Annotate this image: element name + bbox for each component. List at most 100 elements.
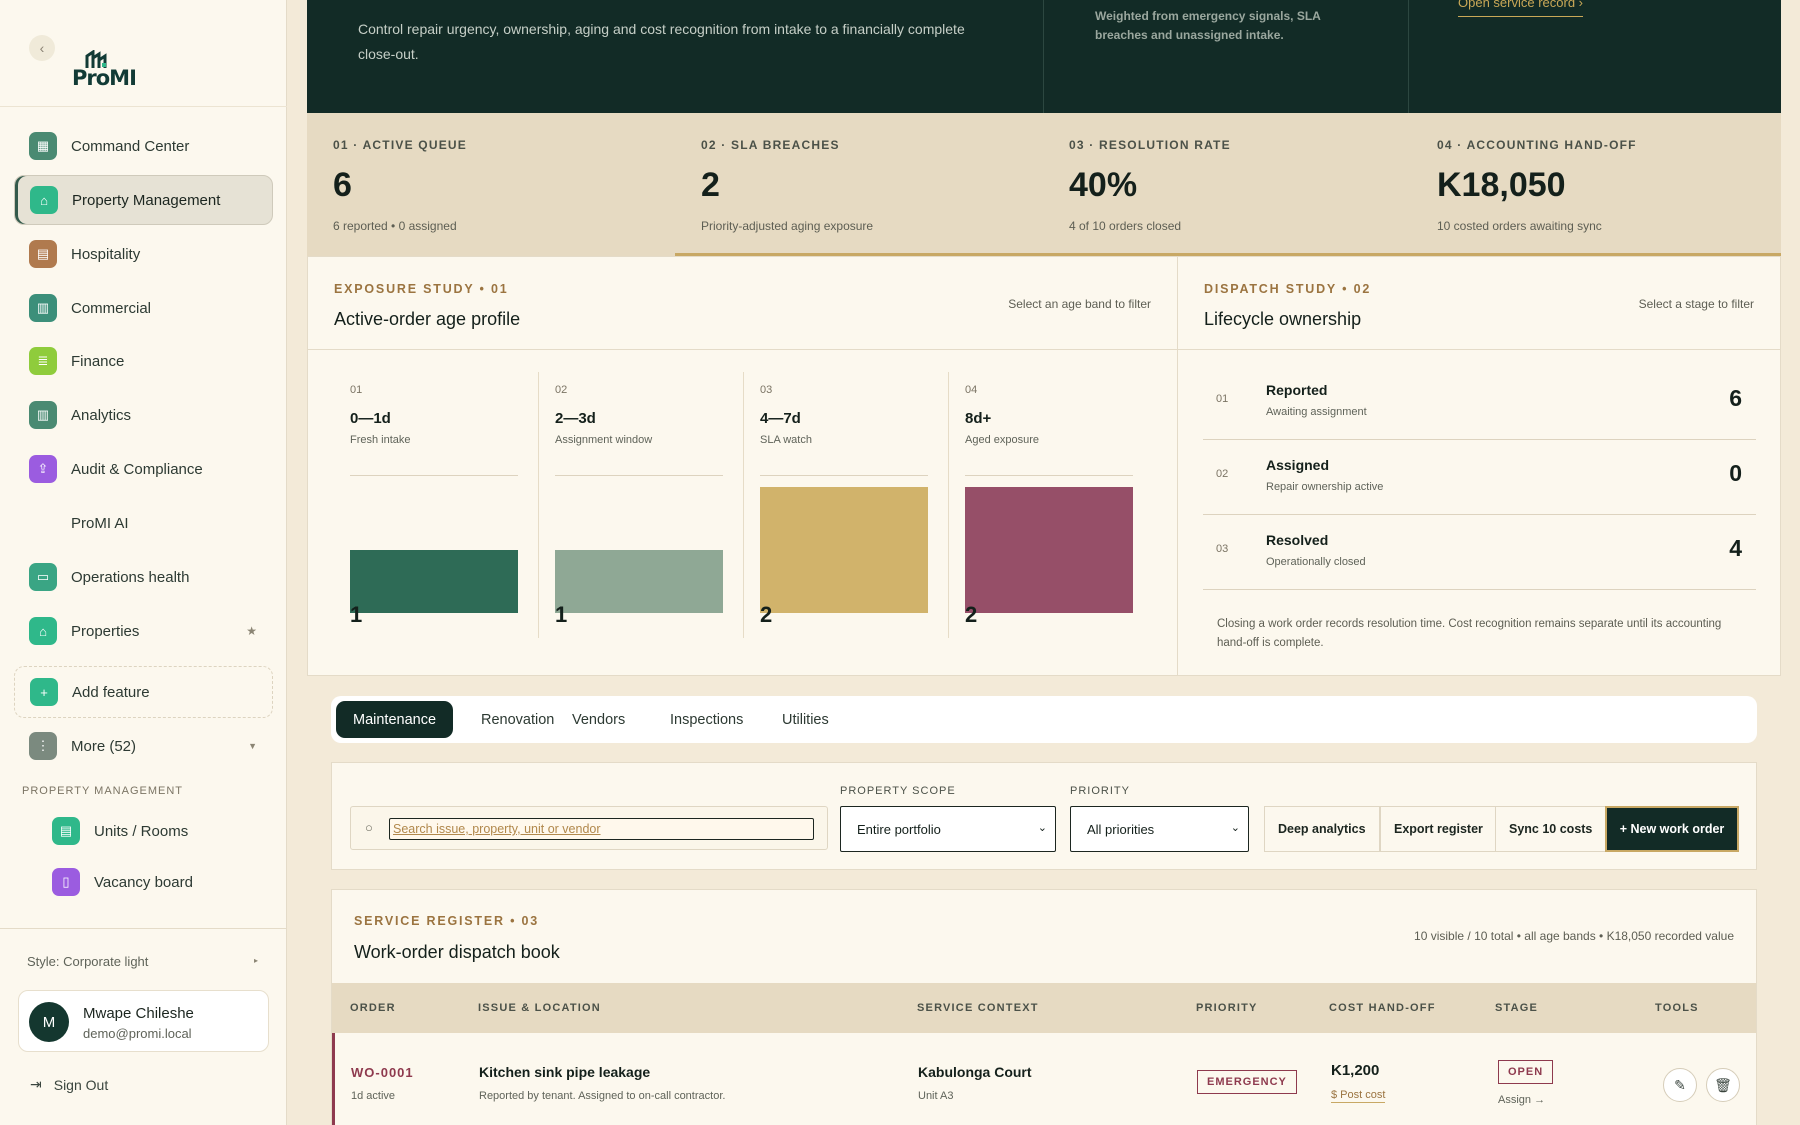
sidebar-item-operations-health[interactable]: ▭ Operations health xyxy=(14,552,273,602)
priority-select[interactable]: All priorities ⌄ xyxy=(1070,806,1249,852)
edit-button[interactable]: ✎ xyxy=(1663,1068,1697,1102)
sidebar-item-label: Commercial xyxy=(71,299,152,317)
kpi-value: K18,050 xyxy=(1437,166,1566,204)
sidebar-item-promi-ai[interactable]: ProMI AI xyxy=(14,498,273,548)
tab-utilities[interactable]: Utilities xyxy=(765,701,846,738)
sidebar-subitem-units-rooms[interactable]: ▤ Units / Rooms xyxy=(52,815,188,847)
stage-name: Resolved xyxy=(1266,532,1329,548)
sidebar-item-audit-compliance[interactable]: ⇪ Audit & Compliance xyxy=(14,444,273,494)
add-feature-button[interactable]: + Add feature xyxy=(14,666,273,718)
dispatch-panel: DISPATCH STUDY • 02 Lifecycle ownership … xyxy=(1177,256,1781,676)
order-id[interactable]: WO-0001 xyxy=(351,1065,414,1080)
band-bar xyxy=(760,487,928,613)
band-range: 8d+ xyxy=(965,410,992,427)
post-cost-link[interactable]: $ Post cost xyxy=(1331,1089,1386,1103)
section-label: PROPERTY MANAGEMENT xyxy=(22,785,184,797)
age-band[interactable]: 03 4—7d SLA watch 2 xyxy=(744,372,949,638)
exposure-eyebrow: EXPOSURE STUDY • 01 xyxy=(334,282,509,296)
dispatch-note: Closing a work order records resolution … xyxy=(1217,618,1722,649)
band-bar xyxy=(350,550,518,613)
stage-row[interactable]: 01 Reported Awaiting assignment 6 xyxy=(1203,365,1756,440)
stage-row[interactable]: 02 Assigned Repair ownership active 0 xyxy=(1203,440,1756,515)
sidebar-item-commercial[interactable]: ▥ Commercial xyxy=(14,283,273,333)
stage-description: Repair ownership active xyxy=(1266,481,1384,493)
home-icon: ⌂ xyxy=(30,186,58,214)
column-header: STAGE xyxy=(1495,1002,1539,1014)
divider xyxy=(0,106,287,107)
star-icon[interactable]: ★ xyxy=(246,624,257,638)
more-menu[interactable]: ⋮ More (52) ▼ xyxy=(14,721,273,771)
stage-index: 02 xyxy=(1216,468,1229,480)
sidebar-item-command-center[interactable]: ▦ Command Center xyxy=(14,121,273,171)
kpi-label: 04 · ACCOUNTING HAND-OFF xyxy=(1437,138,1637,152)
priority-value: All priorities xyxy=(1087,821,1155,837)
more-label: More (52) xyxy=(71,737,137,755)
tab-inspections[interactable]: Inspections xyxy=(653,701,760,738)
kpi-card[interactable]: 04 · ACCOUNTING HAND-OFF K18,050 10 costed… xyxy=(1411,113,1781,256)
stage-index: 03 xyxy=(1216,543,1229,555)
stage-count: 0 xyxy=(1729,460,1742,486)
sidebar-item-hospitality[interactable]: ▤ Hospitality xyxy=(14,229,273,279)
sync-costs-button[interactable]: Sync 10 costs xyxy=(1495,806,1607,852)
assign-link[interactable]: Assign → xyxy=(1498,1094,1545,1106)
unit-name: Unit A3 xyxy=(918,1090,954,1102)
tab-maintenance[interactable]: Maintenance xyxy=(336,701,454,738)
kpi-label: 02 · SLA BREACHES xyxy=(701,138,840,152)
hero-note: Weighted from emergency signals, SLA bre… xyxy=(1095,9,1321,42)
age-band[interactable]: 01 0—1d Fresh intake 1 xyxy=(334,372,539,638)
property-scope-value: Entire portfolio xyxy=(857,821,941,837)
delete-button[interactable]: 🗑 xyxy=(1706,1068,1740,1102)
priority-label: PRIORITY xyxy=(1070,785,1130,797)
sidebar-item-property-management[interactable]: ⌂ Property Management xyxy=(14,175,273,225)
sign-out-button[interactable]: ⇥ Sign Out xyxy=(30,1076,108,1093)
kpi-card[interactable]: 02 · SLA BREACHES 2 Priority-adjusted agin… xyxy=(675,113,1044,256)
stage-count: 4 xyxy=(1729,535,1742,561)
dispatch-eyebrow: DISPATCH STUDY • 02 xyxy=(1204,282,1372,296)
stage-row[interactable]: 03 Resolved Operationally closed 4 xyxy=(1203,515,1756,590)
stage-index: 01 xyxy=(1216,393,1229,405)
sidebar-subitem-vacancy-board[interactable]: ▯ Vacancy board xyxy=(52,866,193,898)
calendar-icon: ▤ xyxy=(29,240,57,268)
column-header: COST HAND-OFF xyxy=(1329,1002,1436,1014)
sidebar-item-label: Command Center xyxy=(71,137,190,155)
issue-title: Kitchen sink pipe leakage xyxy=(479,1064,651,1080)
new-work-order-button[interactable]: + New work order xyxy=(1605,806,1739,852)
tab-vendors[interactable]: Vendors xyxy=(555,701,642,738)
chevron-down-icon: ⌄ xyxy=(1037,822,1047,834)
kpi-value: 6 xyxy=(333,166,352,204)
caret-right-icon: ▸ xyxy=(254,956,259,965)
module-tabs: Maintenance Renovation Vendors Inspections U… xyxy=(331,696,1757,743)
style-selector[interactable]: Style: Corporate light xyxy=(27,954,148,969)
kpi-label: 03 · RESOLUTION RATE xyxy=(1069,138,1231,152)
open-service-record-link[interactable]: Open service record › xyxy=(1458,0,1583,17)
register-title: Work-order dispatch book xyxy=(354,942,560,962)
home-icon: ⌂ xyxy=(29,617,57,645)
deep-analytics-button[interactable]: Deep analytics xyxy=(1264,806,1380,852)
age-band[interactable]: 04 8d+ Aged exposure 2 xyxy=(949,372,1154,638)
kpi-card[interactable]: 03 · RESOLUTION RATE 40% 4 of 10 orders cl… xyxy=(1043,113,1412,256)
plus-icon: + xyxy=(30,678,58,706)
sidebar-item-analytics[interactable]: ▥ Analytics xyxy=(14,390,273,440)
user-card[interactable]: M Mwape Chileshe demo@promi.local xyxy=(18,990,269,1052)
band-count: 1 xyxy=(350,602,363,627)
age-band[interactable]: 02 2—3d Assignment window 1 xyxy=(539,372,744,638)
table-row[interactable]: WO-0001 1d active Kitchen sink pipe leak… xyxy=(332,1033,1756,1125)
property-scope-select[interactable]: Entire portfolio ⌄ xyxy=(840,806,1056,852)
sidebar-item-label: ProMI AI xyxy=(71,514,129,532)
sidebar-item-finance[interactable]: ≣ Finance xyxy=(14,336,273,386)
priority-badge: EMERGENCY xyxy=(1197,1070,1297,1094)
search-icon: ○ xyxy=(365,820,373,835)
filter-bar: ○ PROPERTY SCOPE Entire portfolio ⌄ PRIO… xyxy=(331,762,1757,870)
stage-count: 6 xyxy=(1729,385,1742,411)
kpi-card[interactable]: 01 · ACTIVE QUEUE 6 6 reported • 0 assigne… xyxy=(307,113,676,256)
collapse-sidebar-button[interactable]: ‹ xyxy=(29,35,55,61)
logo[interactable]: ProMI xyxy=(70,50,138,90)
add-feature-label: Add feature xyxy=(72,683,150,701)
sidebar-item-properties[interactable]: ⌂ Properties ★ xyxy=(14,606,273,656)
search-input[interactable] xyxy=(389,818,814,840)
hero-banner: Control repair urgency, ownership, aging… xyxy=(307,0,1781,113)
stage-badge: OPEN xyxy=(1498,1060,1554,1084)
divider xyxy=(0,928,287,929)
property-scope-label: PROPERTY SCOPE xyxy=(840,785,956,797)
export-register-button[interactable]: Export register xyxy=(1380,806,1497,852)
